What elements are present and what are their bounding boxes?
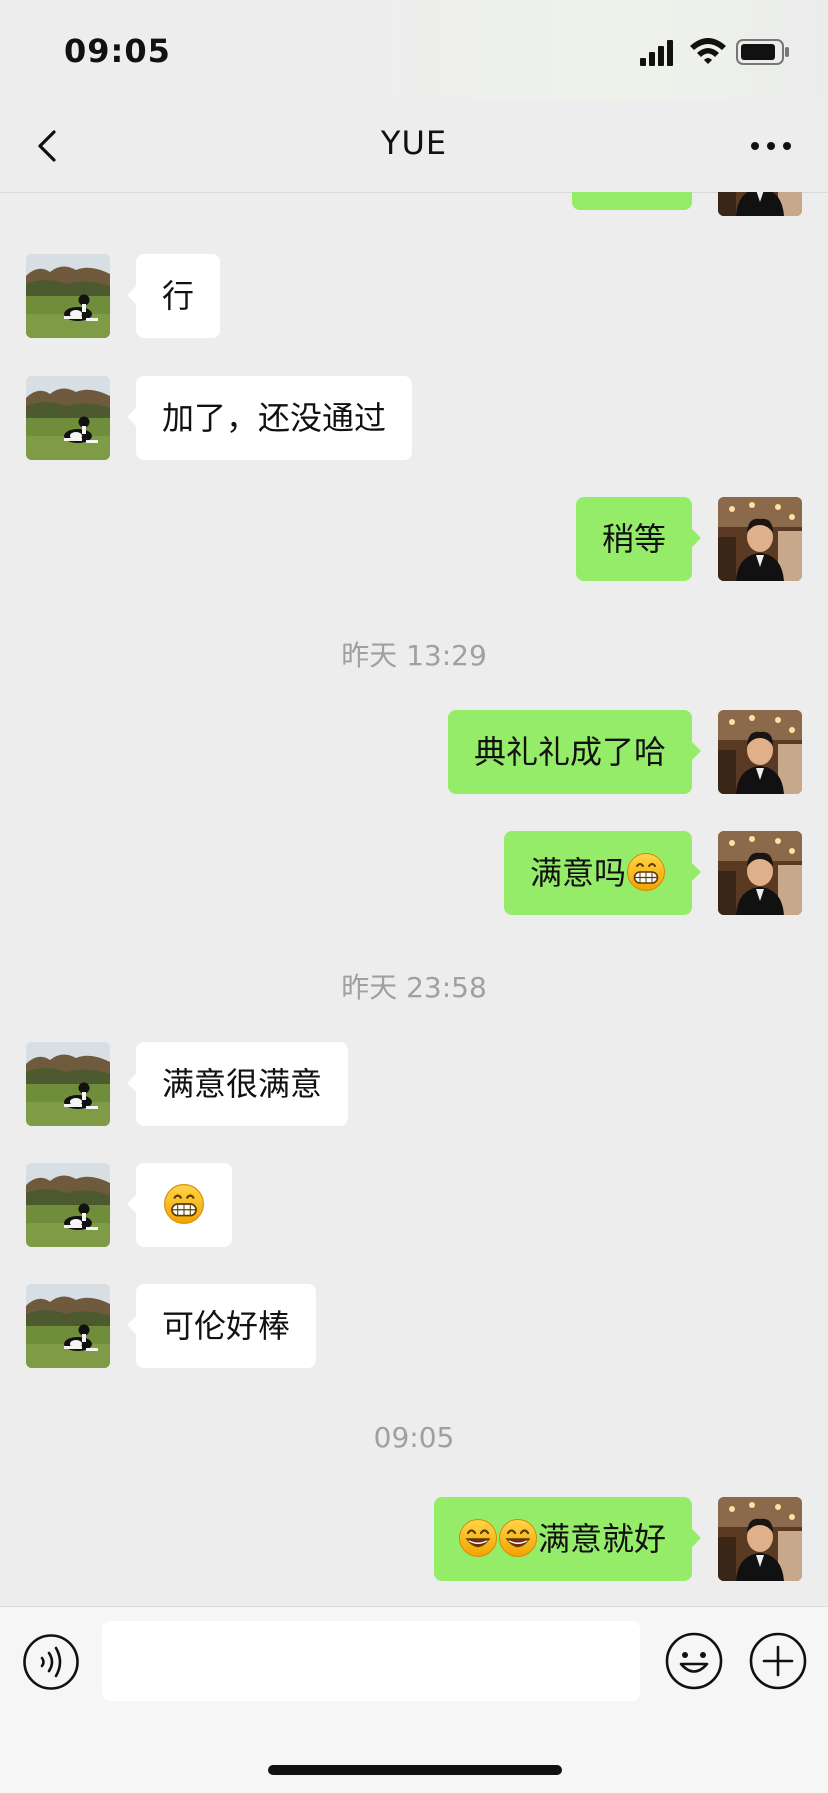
chat-timestamp: 09:05 <box>373 1421 455 1454</box>
message-text: 满意很满意 <box>162 1065 323 1103</box>
chat-timestamp: 昨天 23:58 <box>341 971 487 1004</box>
status-time: 09:05 <box>64 32 171 70</box>
message-bubble-sent[interactable]: 满意就好 <box>433 1497 702 1581</box>
chat-timestamp: 昨天 13:29 <box>341 639 487 672</box>
contact-avatar[interactable] <box>26 1163 110 1247</box>
message-bubble-received[interactable]: 加了，还没通过 <box>126 376 413 460</box>
grinning-face-icon <box>163 1183 205 1225</box>
message-text: 可伦好棒 <box>162 1307 291 1345</box>
plus-icon[interactable] <box>748 1631 808 1691</box>
message-list[interactable]: 行 加了，还没通过 稍等 昨天 13:29 典礼礼成了哈 满意吗 昨天 23:5… <box>0 192 828 1606</box>
message-input[interactable] <box>102 1621 640 1701</box>
message-text: 稍等 <box>601 520 666 558</box>
message-bubble-partial <box>572 192 692 210</box>
message-bubble-received[interactable]: 可伦好棒 <box>126 1284 317 1368</box>
chat-title: YUE <box>380 124 448 162</box>
input-bar <box>0 1606 828 1793</box>
chat-header: YUE <box>0 100 828 193</box>
contact-avatar[interactable] <box>26 1042 110 1126</box>
smiling-face-icon <box>458 1518 498 1558</box>
my-avatar[interactable] <box>718 1497 802 1581</box>
message-text: 满意就好 <box>537 1520 666 1558</box>
my-avatar[interactable] <box>718 497 802 581</box>
message-text: 行 <box>162 277 195 315</box>
message-text: 加了，还没通过 <box>162 399 387 437</box>
my-avatar[interactable] <box>718 710 802 794</box>
message-bubble-sent[interactable]: 稍等 <box>575 497 702 581</box>
message-bubble-sent[interactable]: 满意吗 <box>503 831 702 915</box>
wifi-icon <box>690 38 726 64</box>
grinning-face-icon <box>626 852 666 892</box>
status-bar: 09:05 <box>0 0 828 100</box>
contact-avatar[interactable] <box>26 376 110 460</box>
home-indicator <box>268 1765 562 1775</box>
more-dots-icon[interactable] <box>746 128 796 164</box>
voice-icon[interactable] <box>22 1633 80 1691</box>
message-bubble-received[interactable]: 行 <box>126 254 221 338</box>
message-bubble-received[interactable]: 满意很满意 <box>126 1042 349 1126</box>
signal-icon <box>640 40 673 66</box>
smiling-face-icon <box>498 1518 538 1558</box>
message-text: 满意吗 <box>529 854 626 892</box>
contact-avatar[interactable] <box>26 254 110 338</box>
contact-avatar[interactable] <box>26 1284 110 1368</box>
my-avatar[interactable] <box>718 831 802 915</box>
battery-icon <box>736 39 789 65</box>
my-avatar[interactable] <box>718 192 802 216</box>
emoji-icon[interactable] <box>664 1631 724 1691</box>
message-text: 典礼礼成了哈 <box>473 733 666 771</box>
message-bubble-received[interactable] <box>127 1163 232 1247</box>
message-bubble-sent[interactable]: 典礼礼成了哈 <box>447 710 702 794</box>
